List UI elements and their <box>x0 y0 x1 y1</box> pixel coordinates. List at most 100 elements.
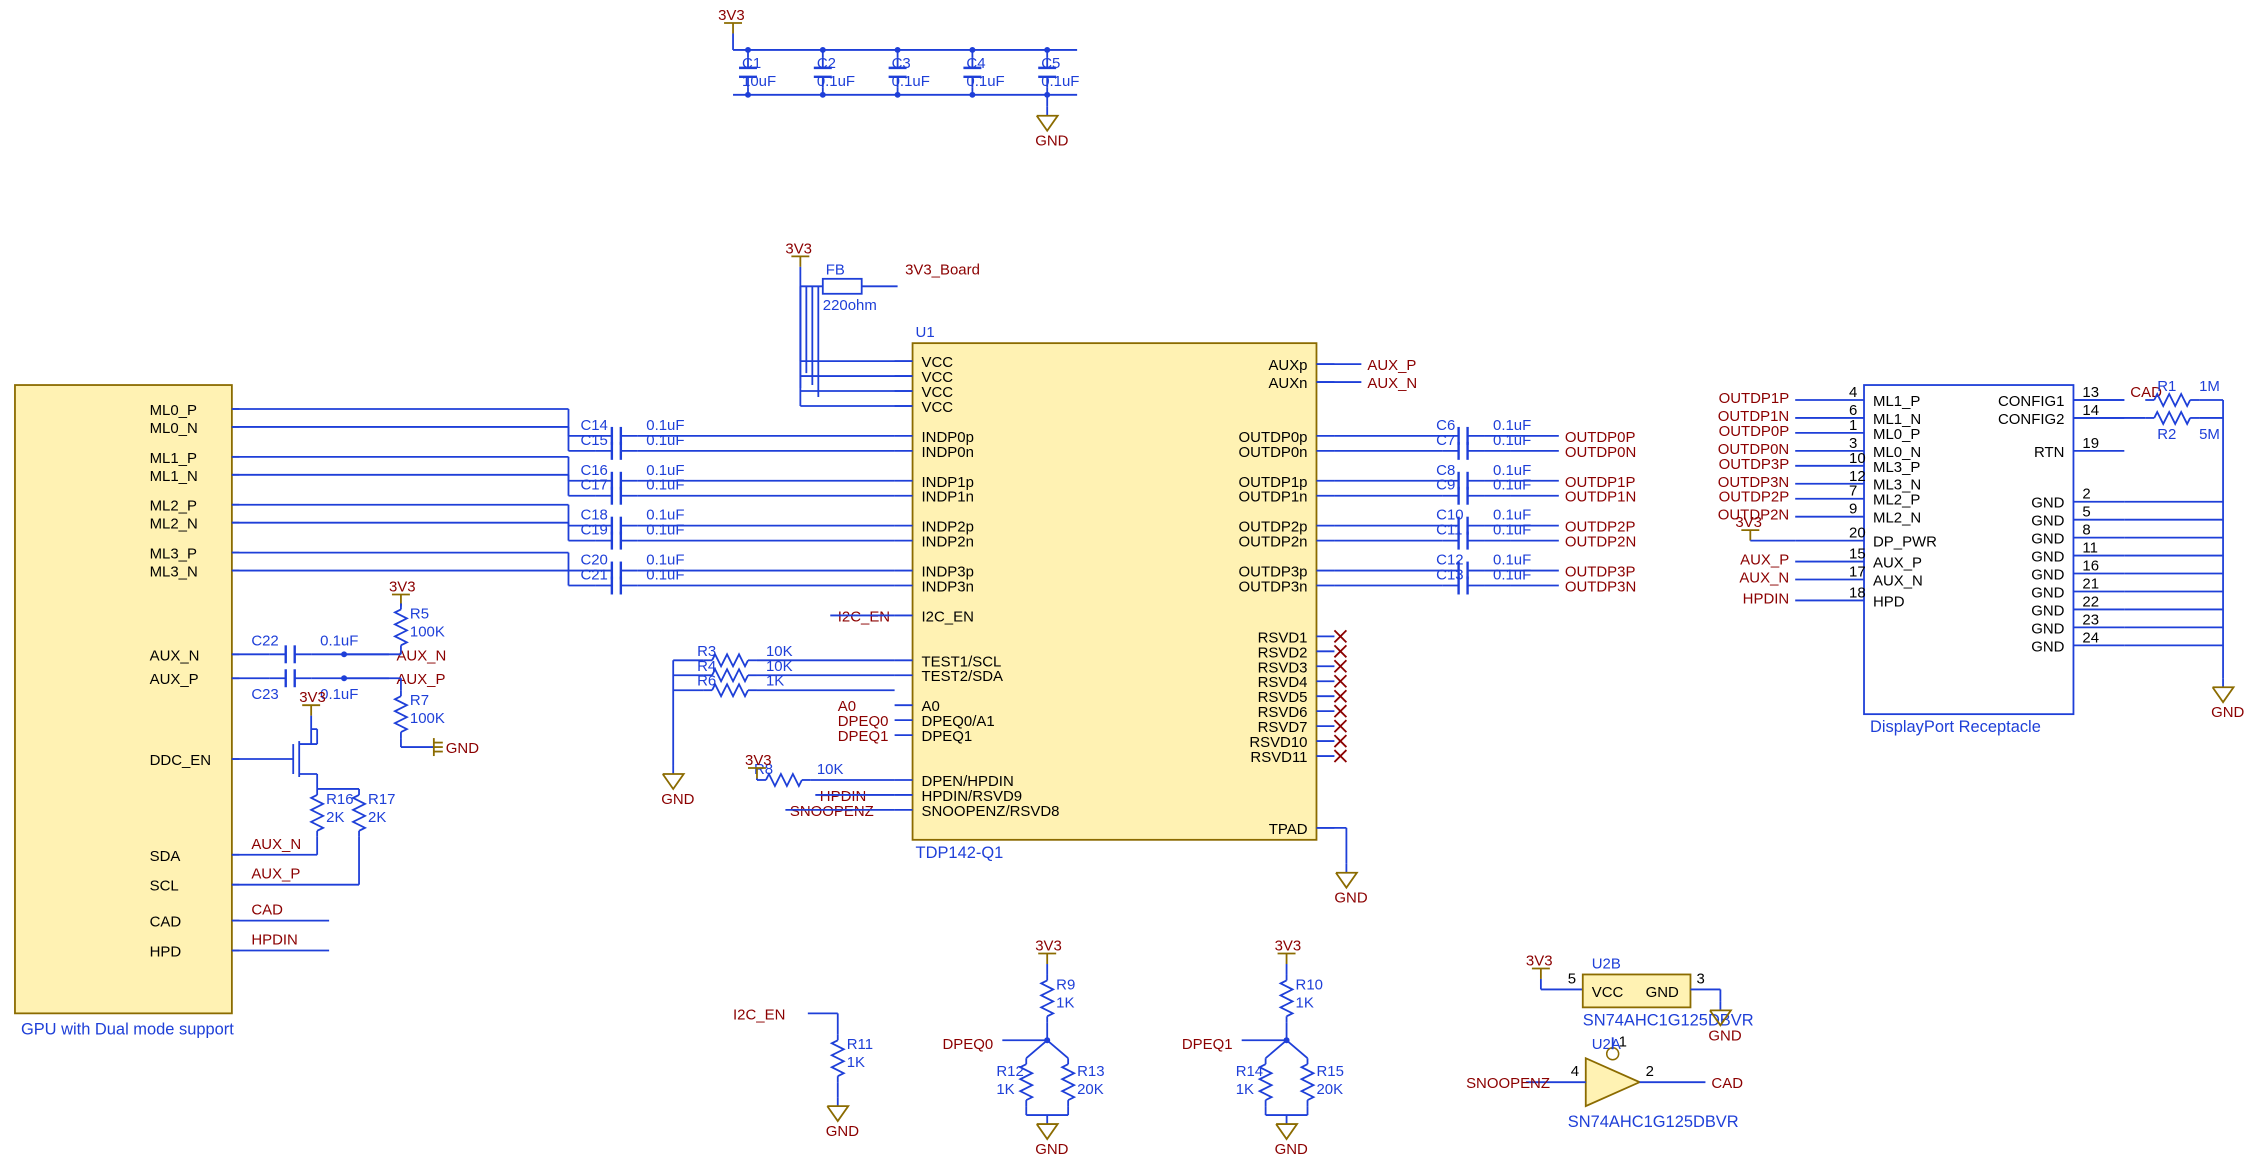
svg-text:0.1uF: 0.1uF <box>1493 432 1531 449</box>
svg-text:1M: 1M <box>2199 378 2220 395</box>
svg-text:FB: FB <box>826 261 845 278</box>
svg-text:100K: 100K <box>410 623 445 640</box>
svg-text:C5: C5 <box>1041 55 1060 72</box>
svg-text:DPEQ0: DPEQ0 <box>942 1036 993 1053</box>
aux-block: C22 0.1uF AUX_N C23 0.1uF AUX_P 3V3 R5 1… <box>232 578 479 950</box>
svg-text:AUX_N: AUX_N <box>150 647 200 664</box>
svg-text:OUTDP0N: OUTDP0N <box>1565 444 1636 461</box>
svg-text:3V3: 3V3 <box>1735 514 1762 531</box>
svg-text:1K: 1K <box>766 673 784 690</box>
svg-text:C13: C13 <box>1436 567 1463 584</box>
svg-text:C1: C1 <box>742 55 761 72</box>
svg-text:18: 18 <box>1849 584 1866 601</box>
svg-text:ML1_P: ML1_P <box>1873 393 1920 410</box>
svg-text:TDP142-Q1: TDP142-Q1 <box>916 844 1004 862</box>
svg-text:10K: 10K <box>817 761 844 778</box>
svg-text:2: 2 <box>2082 486 2090 503</box>
svg-text:10uF: 10uF <box>742 73 776 90</box>
svg-text:0.1uF: 0.1uF <box>646 432 684 449</box>
svg-text:ML1_N: ML1_N <box>150 468 198 485</box>
svg-text:U2B: U2B <box>1592 955 1621 972</box>
svg-text:OUTDP0n: OUTDP0n <box>1239 444 1308 461</box>
svg-text:DPEQ1: DPEQ1 <box>1182 1036 1233 1053</box>
svg-text:GND: GND <box>1035 133 1068 150</box>
svg-text:SCL: SCL <box>150 878 179 895</box>
svg-text:R5: R5 <box>410 605 429 622</box>
svg-text:21: 21 <box>2082 575 2099 592</box>
u2-block: 3V3 5 VCC GND U2B SN74AHC1G125DBVR 3 GND… <box>1466 952 1754 1131</box>
svg-text:1K: 1K <box>1296 994 1314 1011</box>
svg-text:3V3: 3V3 <box>1275 938 1302 955</box>
svg-text:C22: C22 <box>251 632 278 649</box>
svg-text:OUTDP1n: OUTDP1n <box>1239 489 1308 506</box>
svg-text:HPD: HPD <box>1873 593 1905 610</box>
svg-text:3V3: 3V3 <box>389 578 416 595</box>
svg-text:R7: R7 <box>410 692 429 709</box>
svg-text:24: 24 <box>2082 629 2099 646</box>
svg-text:C4: C4 <box>966 55 985 72</box>
svg-text:14: 14 <box>2082 402 2099 419</box>
svg-text:C9: C9 <box>1436 477 1455 494</box>
svg-text:I2C_EN: I2C_EN <box>838 608 890 625</box>
svg-text:C15: C15 <box>580 432 607 449</box>
svg-text:15: 15 <box>1849 546 1866 563</box>
svg-text:GND: GND <box>2211 704 2244 721</box>
u1-block: U1 TDP142-Q1 VCCVCCVCCVCCINDP0pINDP0nIND… <box>895 324 1347 862</box>
svg-text:OUTDP3n: OUTDP3n <box>1239 578 1308 595</box>
svg-text:1: 1 <box>1619 1033 1627 1050</box>
svg-text:HPD: HPD <box>150 944 182 961</box>
svg-text:I2C_EN: I2C_EN <box>733 1006 785 1023</box>
svg-text:HPDIN: HPDIN <box>251 932 298 949</box>
svg-text:ML3_P: ML3_P <box>1873 459 1920 476</box>
svg-text:R11: R11 <box>847 1036 873 1053</box>
svg-text:ML3_P: ML3_P <box>150 546 197 563</box>
svg-text:0.1uF: 0.1uF <box>817 73 855 90</box>
svg-text:AUX_P: AUX_P <box>396 671 445 688</box>
decoupling-block: 3V3 C110uFC20.1uFC30.1uFC40.1uFC50.1uF G… <box>718 7 1079 150</box>
svg-text:3V3_Board: 3V3_Board <box>905 261 980 278</box>
svg-text:3V3: 3V3 <box>745 752 772 769</box>
svg-text:GND: GND <box>1035 1141 1068 1158</box>
svg-text:0.1uF: 0.1uF <box>1493 567 1531 584</box>
svg-text:0.1uF: 0.1uF <box>646 522 684 539</box>
svg-text:GND: GND <box>2031 531 2064 548</box>
svg-text:GND: GND <box>2031 549 2064 566</box>
svg-text:VCC: VCC <box>922 399 954 416</box>
svg-text:GND: GND <box>826 1123 859 1140</box>
svg-text:R6: R6 <box>697 673 716 690</box>
svg-text:GND: GND <box>2031 638 2064 655</box>
svg-text:C17: C17 <box>580 477 607 494</box>
svg-text:ML0_N: ML0_N <box>150 420 198 437</box>
svg-text:AUX_P: AUX_P <box>1367 357 1416 374</box>
svg-text:GND: GND <box>2031 584 2064 601</box>
svg-text:SNOOPENZ/RSVD8: SNOOPENZ/RSVD8 <box>922 803 1060 820</box>
gpu-block: GPU with Dual mode support ML0_PML0_NML1… <box>15 385 239 1038</box>
svg-text:DPEQ1: DPEQ1 <box>838 728 889 745</box>
svg-text:22: 22 <box>2082 593 2099 610</box>
svg-text:OUTDP0P: OUTDP0P <box>1719 423 1790 440</box>
svg-text:3V3: 3V3 <box>299 689 326 706</box>
i2c-en-divider: I2C_EN R11 1K GND <box>733 1006 873 1140</box>
svg-text:AUX_N: AUX_N <box>251 836 301 853</box>
svg-text:C2: C2 <box>817 55 836 72</box>
svg-text:R17: R17 <box>368 791 395 808</box>
svg-text:GND: GND <box>2031 602 2064 619</box>
svg-text:CAD: CAD <box>1711 1075 1743 1092</box>
svg-text:R15: R15 <box>1316 1063 1343 1080</box>
svg-text:DPEQ1: DPEQ1 <box>922 728 973 745</box>
svg-text:SDA: SDA <box>150 848 181 865</box>
svg-text:SN74AHC1G125DBVR: SN74AHC1G125DBVR <box>1568 1113 1739 1131</box>
svg-text:20: 20 <box>1849 525 1866 542</box>
svg-text:C21: C21 <box>580 567 607 584</box>
svg-text:GND: GND <box>1334 890 1367 907</box>
svg-text:3V3: 3V3 <box>1035 938 1062 955</box>
svg-text:GND: GND <box>1708 1027 1741 1044</box>
svg-text:11: 11 <box>2082 540 2098 557</box>
svg-text:5: 5 <box>2082 504 2090 521</box>
svg-text:AUX_P: AUX_P <box>251 866 300 883</box>
svg-text:C3: C3 <box>892 55 911 72</box>
svg-text:OUTDP1N: OUTDP1N <box>1565 489 1636 506</box>
svg-text:4: 4 <box>1571 1063 1579 1080</box>
svg-text:DDC_EN: DDC_EN <box>150 752 211 769</box>
svg-text:AUX_N: AUX_N <box>1367 375 1417 392</box>
